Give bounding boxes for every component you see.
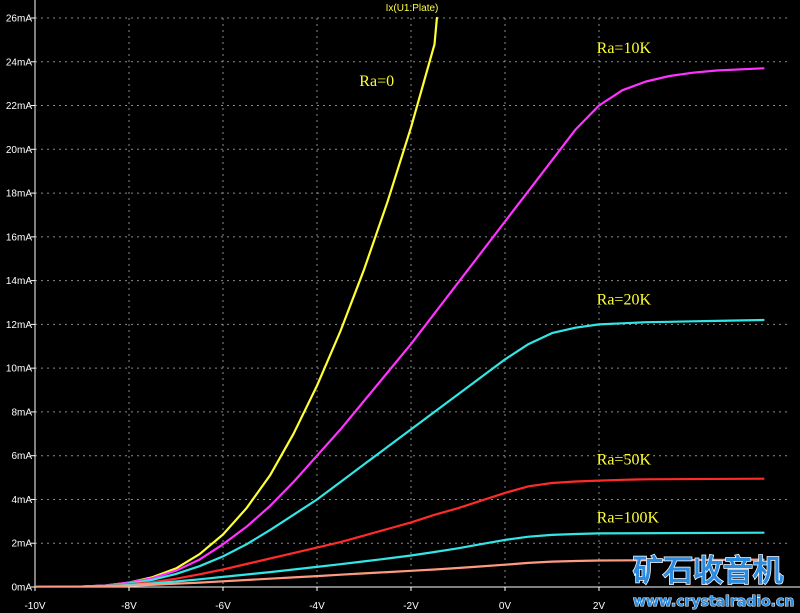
y-tick-label: 14mA bbox=[6, 276, 32, 287]
y-tick-label: 0mA bbox=[11, 583, 32, 594]
y-tick-label: 22mA bbox=[6, 101, 32, 112]
y-tick-label: 8mA bbox=[11, 407, 32, 418]
y-tick-label: 6mA bbox=[11, 451, 32, 462]
annotation-ra-20k: Ra=20K bbox=[597, 292, 652, 309]
x-tick-label: -8V bbox=[121, 601, 137, 612]
plot-background bbox=[0, 0, 800, 613]
x-tick-label: 2V bbox=[593, 601, 606, 612]
y-tick-label: 4mA bbox=[11, 495, 32, 506]
x-tick-label: -4V bbox=[309, 601, 325, 612]
y-tick-label: 2mA bbox=[11, 539, 32, 550]
watermark-title: 矿石收音机 bbox=[633, 554, 783, 589]
x-tick-label: -2V bbox=[403, 601, 419, 612]
y-tick-label: 16mA bbox=[6, 232, 32, 243]
watermark: 矿石收音机 www.crystalradio.cn bbox=[632, 553, 794, 610]
annotation-ra-0: Ra=0 bbox=[359, 73, 394, 90]
annotation-ra-10k: Ra=10K bbox=[597, 40, 652, 57]
x-tick-label: -6V bbox=[215, 601, 231, 612]
y-tick-label: 20mA bbox=[6, 145, 32, 156]
chart-title: Ix(U1:Plate) bbox=[386, 3, 439, 14]
y-tick-label: 26mA bbox=[6, 14, 32, 25]
y-tick-label: 24mA bbox=[6, 57, 32, 68]
y-tick-label: 10mA bbox=[6, 364, 32, 375]
y-tick-label: 12mA bbox=[6, 320, 32, 331]
x-tick-label: 0V bbox=[499, 601, 512, 612]
annotation-ra-50k: Ra=50K bbox=[597, 451, 652, 468]
y-tick-label: 18mA bbox=[6, 189, 32, 200]
annotation-ra-100k: Ra=100K bbox=[597, 509, 660, 526]
watermark-url: www.crystalradio.cn bbox=[633, 594, 794, 610]
x-tick-label: -10V bbox=[24, 601, 45, 612]
chart: 0mA 2mA 4mA 6mA 8mA 10mA 12mA 14mA 16mA 18mA 20mA 2… bbox=[0, 0, 800, 613]
